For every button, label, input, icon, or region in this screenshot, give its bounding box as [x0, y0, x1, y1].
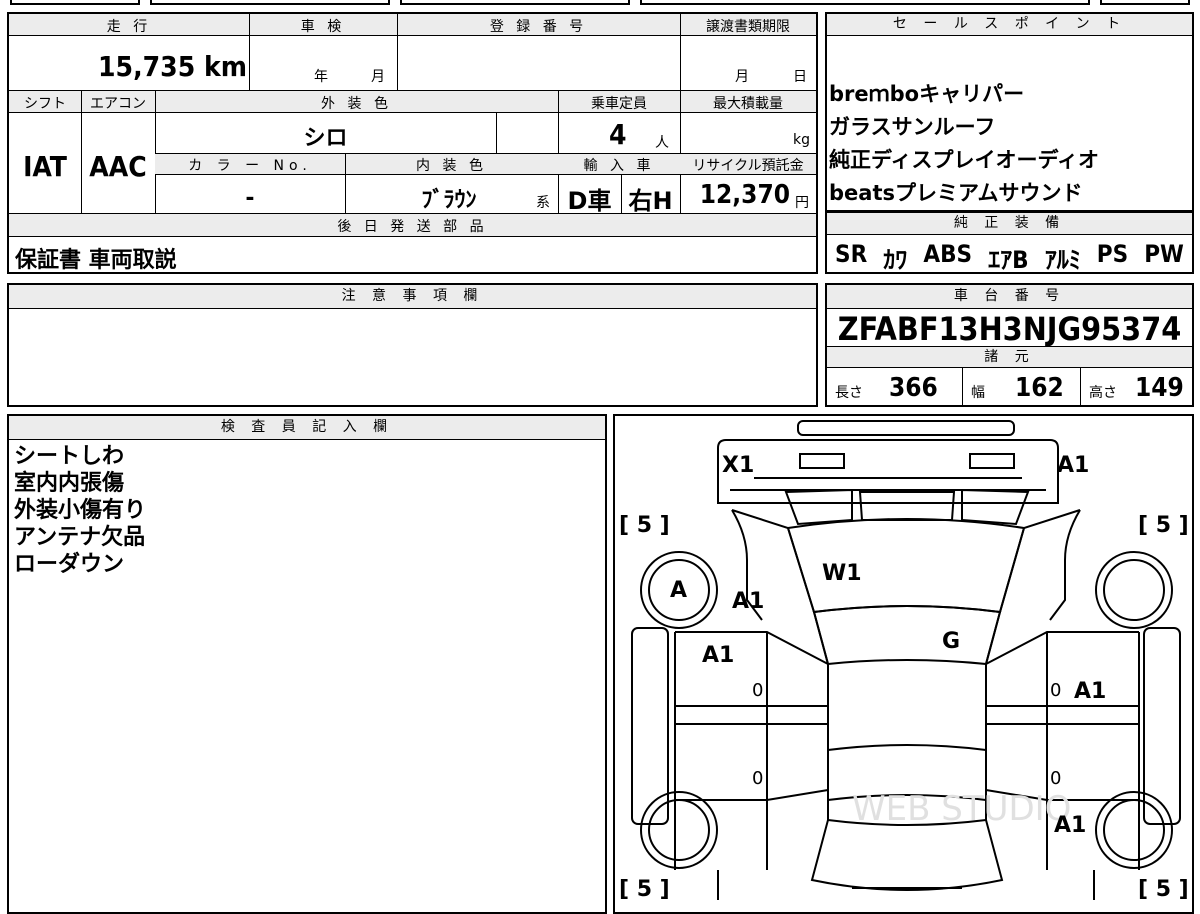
height-label: 高さ — [1089, 385, 1117, 401]
equipment-label: 純 正 装 備 — [827, 213, 1192, 235]
transfer-label: 譲渡書類期限 — [706, 19, 790, 35]
exterior-label: 外 装 色 — [321, 96, 392, 112]
height-value: 149 — [1135, 373, 1184, 403]
sales-points-list: breｍboキャリパー ガラスサンルーフ 純正ディスプレイオーディオ beats… — [829, 78, 1189, 210]
inspector-note: シートしわ — [14, 444, 125, 469]
width-label: 幅 — [971, 385, 985, 401]
caution-label: 注 意 事 項 欄 — [9, 285, 816, 309]
import-value: D車 — [567, 187, 612, 215]
specs-label: 諸 元 — [827, 346, 1192, 368]
mileage-value: 15,735 km — [98, 50, 247, 83]
capacity-unit: 人 — [655, 135, 669, 151]
capacity-value: 4 — [609, 118, 627, 151]
mark-left-wheel: A — [670, 578, 687, 603]
recycle-unit: 円 — [795, 195, 809, 211]
mark-door-zero-1: 0 — [752, 680, 763, 701]
mark-glass-roof: G — [942, 629, 960, 654]
interior-value: ﾌﾞﾗｳﾝ — [421, 188, 477, 213]
recycle-label: リサイクル預託金 — [692, 158, 804, 174]
registration-label: 登 録 番 号 — [489, 19, 588, 35]
inspection-label: 車 検 — [300, 19, 346, 35]
loadcap-unit: kg — [793, 132, 810, 148]
later-parts-label: 後 日 発 送 部 品 — [337, 219, 488, 235]
mark-front-right: A1 — [1057, 453, 1089, 478]
inspector-note: 外装小傷有り — [14, 498, 147, 523]
caution-box: 注 意 事 項 欄 — [7, 283, 818, 407]
mark-right-rear: A1 — [1054, 813, 1086, 838]
colorno-value: - — [245, 186, 255, 211]
ac-label: エアコン — [90, 96, 146, 112]
equipment-list: SR ｶﾜ ABS ｴｱB ｱﾙﾐ PS PW — [827, 240, 1192, 275]
vehicle-diagram: WEB STUDIO X1 A1 W1 A A1 A1 G A1 A1 0 0 … — [619, 420, 1189, 902]
loadcap-label: 最大積載量 — [713, 96, 783, 112]
tire-right-front: [ 5 ] — [1138, 513, 1189, 538]
ac-value: AAC — [89, 150, 147, 183]
equipment-item: PS — [1096, 240, 1129, 268]
mark-door-zero-4: 0 — [1050, 768, 1061, 789]
equipment-item: ｶﾜ — [883, 246, 908, 274]
colorno-label: カ ラ ー No. — [188, 158, 312, 174]
mark-front-left: X1 — [722, 453, 754, 478]
later-parts-value: 保証書 車両取説 — [15, 248, 177, 273]
equipment-item: PW — [1144, 240, 1184, 268]
sales-points-label: セ ー ル ス ポ イ ン ト — [827, 14, 1192, 36]
equipment-box: 純 正 装 備 SR ｶﾜ ABS ｴｱB ｱﾙﾐ PS PW — [825, 211, 1194, 274]
equipment-item: ABS — [923, 240, 973, 268]
mark-right-door-front: A1 — [1074, 679, 1106, 704]
inspection-year: 年 — [314, 69, 328, 85]
transfer-month: 月 — [735, 69, 749, 85]
mark-left-fender: A1 — [732, 589, 764, 614]
inspector-label: 検 査 員 記 入 欄 — [9, 416, 605, 440]
capacity-label: 乗車定員 — [591, 96, 647, 112]
mark-windshield: W1 — [822, 561, 862, 586]
equipment-item: SR — [835, 240, 868, 268]
inspector-notes: シートしわ 室内内張傷 外装小傷有り アンテナ欠品 ローダウン — [14, 443, 146, 578]
inspector-box: 検 査 員 記 入 欄 シートしわ 室内内張傷 外装小傷有り アンテナ欠品 ロー… — [7, 414, 607, 914]
mark-left-door-front: A1 — [702, 643, 734, 668]
sales-point-item: breｍboキャリパー — [829, 82, 1025, 106]
sales-point-item: beatsプレミアムサウンド — [829, 181, 1083, 205]
mileage-label: 走 行 — [106, 19, 152, 35]
mark-door-zero-2: 0 — [1050, 680, 1061, 701]
chassis-box: 車 台 番 号 ZFABF13H3NJG95374 諸 元 長さ 366 幅 1… — [825, 283, 1194, 407]
tire-right-rear: [ 5 ] — [1138, 877, 1189, 902]
chassis-label: 車 台 番 号 — [827, 285, 1192, 309]
sales-point-item: ガラスサンルーフ — [829, 115, 996, 139]
mark-door-zero-3: 0 — [752, 768, 763, 789]
transfer-day: 日 — [793, 69, 807, 85]
top-strip — [0, 0, 1200, 7]
watermark: WEB STUDIO — [852, 789, 1071, 829]
recycle-value: 12,370 — [699, 180, 790, 210]
length-value: 366 — [889, 373, 938, 403]
length-label: 長さ — [835, 385, 863, 401]
import-label: 輸 入 車 — [583, 158, 655, 174]
inspector-note: アンテナ欠品 — [14, 525, 146, 550]
equipment-item: ｱﾙﾐ — [1044, 246, 1081, 274]
inspector-note: 室内内張傷 — [14, 471, 125, 496]
inspector-note: ローダウン — [14, 552, 125, 577]
chassis-number: ZFABF13H3NJG95374 — [837, 310, 1182, 348]
sales-points-box: セ ー ル ス ポ イ ン ト breｍboキャリパー ガラスサンルーフ 純正デ… — [825, 12, 1194, 212]
inspection-month: 月 — [371, 69, 385, 85]
shift-value: IAT — [23, 150, 67, 183]
handle-value: 右H — [628, 187, 673, 215]
vehicle-diagram-box: WEB STUDIO X1 A1 W1 A A1 A1 G A1 A1 0 0 … — [613, 414, 1194, 914]
summary-table: 走 行 車 検 登 録 番 号 譲渡書類期限 15,735 km 年 月 月 日… — [7, 12, 818, 274]
tire-left-rear: [ 5 ] — [619, 877, 670, 902]
interior-label: 内 装 色 — [416, 158, 487, 174]
width-value: 162 — [1015, 373, 1064, 403]
sales-point-item: 純正ディスプレイオーディオ — [829, 148, 1100, 172]
exterior-value: シロ — [303, 126, 348, 151]
shift-label: シフト — [24, 96, 66, 112]
tire-left-front: [ 5 ] — [619, 513, 670, 538]
equipment-item: ｴｱB — [988, 246, 1029, 274]
interior-suffix: 系 — [536, 195, 550, 211]
